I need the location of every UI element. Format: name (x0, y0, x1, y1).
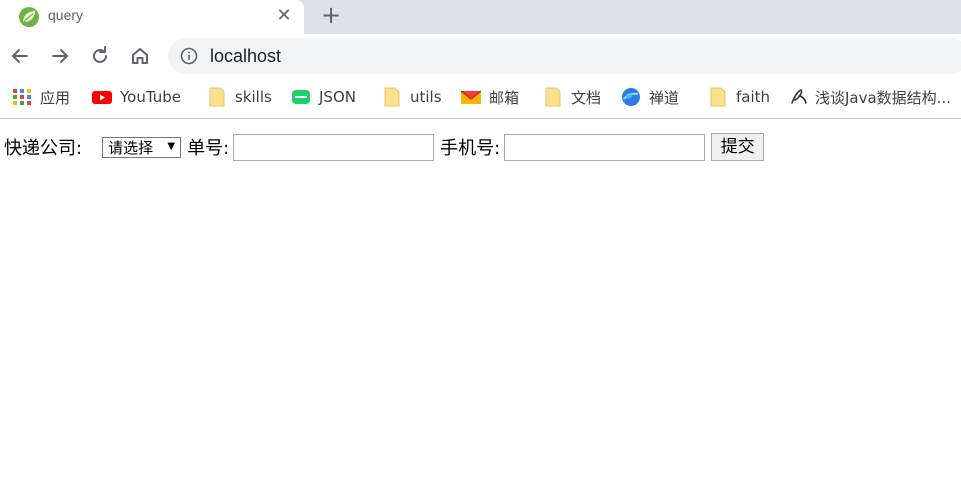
bookmark-label: JSON (319, 88, 356, 106)
page-icon (789, 87, 809, 107)
bookmark-docs[interactable]: 文档 (543, 78, 601, 116)
bookmark-skills[interactable]: skills (207, 78, 272, 116)
bookmarks-bar: 应用 YouTube skills JSON utils 邮箱 文档 禅道 fa… (0, 78, 961, 116)
youtube-icon (92, 87, 112, 107)
tab-strip: query ✕ + (0, 0, 961, 34)
folder-icon (708, 87, 728, 107)
bookmark-json[interactable]: JSON (291, 78, 356, 116)
bookmark-label: 禅道 (649, 88, 680, 107)
tab-query[interactable]: query ✕ (0, 0, 304, 34)
bookmark-label: utils (410, 88, 442, 106)
folder-icon (382, 87, 402, 107)
tracking-number-input[interactable] (233, 133, 435, 161)
info-icon[interactable] (180, 47, 198, 65)
tab-title: query (48, 7, 84, 23)
bookmark-label: skills (235, 88, 272, 106)
home-icon[interactable] (128, 44, 152, 68)
back-arrow-icon[interactable] (8, 44, 32, 68)
spring-leaf-icon (18, 6, 40, 28)
url-text: localhost (210, 46, 282, 66)
bookmark-mail[interactable]: 邮箱 (460, 78, 520, 116)
mail-icon (460, 87, 482, 107)
bookmark-faith[interactable]: faith (708, 78, 770, 116)
json-icon (291, 87, 311, 107)
close-tab-icon[interactable]: ✕ (273, 5, 295, 27)
browser-chrome: query ✕ + localhost 应用 YouTube skills JS… (0, 0, 961, 120)
globe-icon (621, 87, 641, 107)
page-content: 快递公司: 请选择 ▼ 单号: 手机号: 提交 (0, 120, 961, 486)
bookmark-label: 文档 (571, 88, 602, 107)
company-label: 快递公司: (4, 138, 83, 159)
phone-label: 手机号: (440, 138, 501, 159)
company-select[interactable]: 请选择 ▼ (102, 136, 182, 158)
toolbar-divider (0, 118, 961, 119)
reload-icon[interactable] (88, 44, 112, 68)
bookmark-label: 应用 (40, 88, 71, 107)
bookmark-label: 浅谈Java数据结构... (815, 88, 951, 107)
bookmark-utils[interactable]: utils (382, 78, 442, 116)
company-select-value: 请选择 (108, 138, 154, 157)
bookmark-youtube[interactable]: YouTube (92, 78, 181, 116)
bookmark-zentao[interactable]: 禅道 (621, 78, 679, 116)
bookmark-apps[interactable]: 应用 (12, 78, 70, 116)
bookmark-label: YouTube (120, 88, 181, 106)
bookmark-label: faith (736, 88, 771, 106)
apps-grid-icon (12, 87, 32, 107)
bookmark-java-article[interactable]: 浅谈Java数据结构... (789, 78, 951, 116)
address-bar[interactable]: localhost (168, 38, 961, 74)
toolbar: localhost (0, 34, 961, 78)
tracking-number-label: 单号: (187, 138, 230, 159)
new-tab-button[interactable]: + (318, 3, 344, 29)
bookmark-label: 邮箱 (489, 88, 520, 107)
phone-input[interactable] (504, 133, 706, 161)
folder-icon (543, 87, 563, 107)
folder-icon (207, 87, 227, 107)
query-form: 快递公司: 请选择 ▼ 单号: 手机号: 提交 (4, 132, 765, 162)
submit-button[interactable]: 提交 (711, 133, 765, 161)
forward-arrow-icon[interactable] (48, 44, 72, 68)
dropdown-arrow-icon: ▼ (167, 140, 176, 152)
